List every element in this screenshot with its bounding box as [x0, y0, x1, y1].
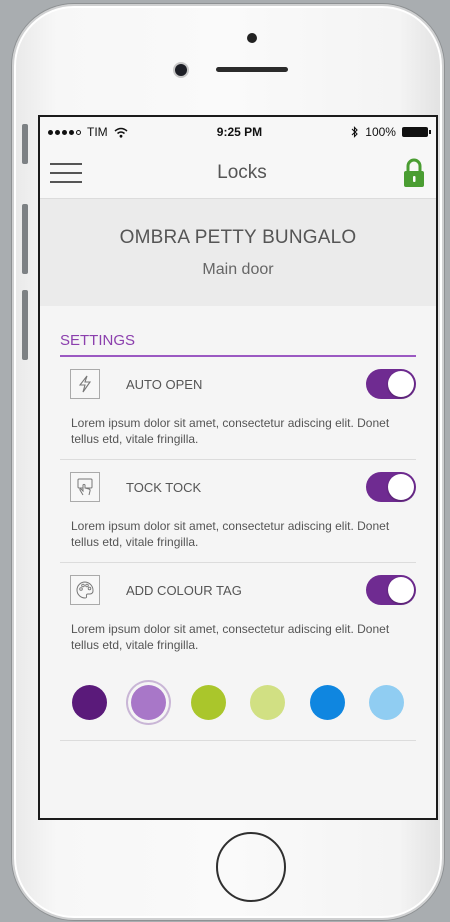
volume-down-button: [22, 290, 28, 360]
colour-swatch[interactable]: [309, 685, 345, 720]
colour-swatch[interactable]: [190, 685, 226, 720]
battery-icon: [401, 127, 431, 137]
palette-icon: [70, 575, 100, 605]
lock-header: OMBRA PETTY BUNGALO Main door: [40, 199, 436, 306]
volume-up-button: [22, 204, 28, 274]
mute-switch: [22, 124, 28, 164]
auto-open-toggle[interactable]: [366, 369, 416, 399]
setting-label: TOCK TOCK: [126, 479, 202, 495]
signal-strength-icon: [48, 129, 81, 135]
status-time: 9:25 PM: [216, 125, 263, 139]
settings-title: SETTINGS: [60, 332, 416, 357]
tap-hand-icon: [70, 472, 100, 502]
lightning-icon: [70, 369, 100, 399]
front-camera: [175, 64, 187, 76]
setting-description: Lorem ipsum dolor sit amet, consectetur …: [71, 622, 390, 652]
setting-label: AUTO OPEN: [126, 376, 203, 392]
colour-swatch[interactable]: [131, 685, 167, 720]
menu-icon[interactable]: [50, 162, 82, 183]
bluetooth-icon: [351, 126, 359, 138]
settings-section: SETTINGS AUTO OPEN Lorem ipsum dolor sit…: [40, 332, 436, 741]
nav-bar: Locks: [40, 147, 436, 199]
battery-percent: 100%: [365, 125, 396, 139]
setting-tock-tock: TOCK TOCK Lorem ipsum dolor sit amet, co…: [60, 460, 416, 563]
setting-label: ADD COLOUR TAG: [126, 582, 242, 598]
wifi-icon: [114, 127, 128, 138]
tock-tock-toggle[interactable]: [366, 472, 416, 502]
carrier-name: TIM: [87, 125, 108, 139]
colour-swatch[interactable]: [250, 685, 286, 720]
home-button[interactable]: [216, 832, 286, 902]
colour-tag-swatches: [60, 665, 416, 741]
colour-swatch[interactable]: [368, 685, 404, 720]
proximity-sensor: [247, 33, 257, 43]
location-name: OMBRA PETTY BUNGALO: [119, 226, 357, 248]
earpiece-speaker: [216, 67, 288, 72]
app-screen: TIM 9:25 PM 100% Locks OMBRA PETTY BUNGA…: [38, 115, 438, 820]
colour-tag-toggle[interactable]: [366, 575, 416, 605]
setting-description: Lorem ipsum dolor sit amet, consectetur …: [71, 519, 390, 549]
colour-swatch[interactable]: [72, 685, 107, 720]
setting-auto-open: AUTO OPEN Lorem ipsum dolor sit amet, co…: [60, 357, 416, 460]
page-title: Locks: [217, 161, 267, 183]
door-name: Main door: [202, 260, 274, 278]
lock-icon[interactable]: [402, 158, 426, 188]
setting-description: Lorem ipsum dolor sit amet, consectetur …: [71, 416, 390, 446]
setting-add-colour-tag: ADD COLOUR TAG Lorem ipsum dolor sit ame…: [60, 563, 416, 665]
status-bar: TIM 9:25 PM 100%: [40, 117, 436, 147]
